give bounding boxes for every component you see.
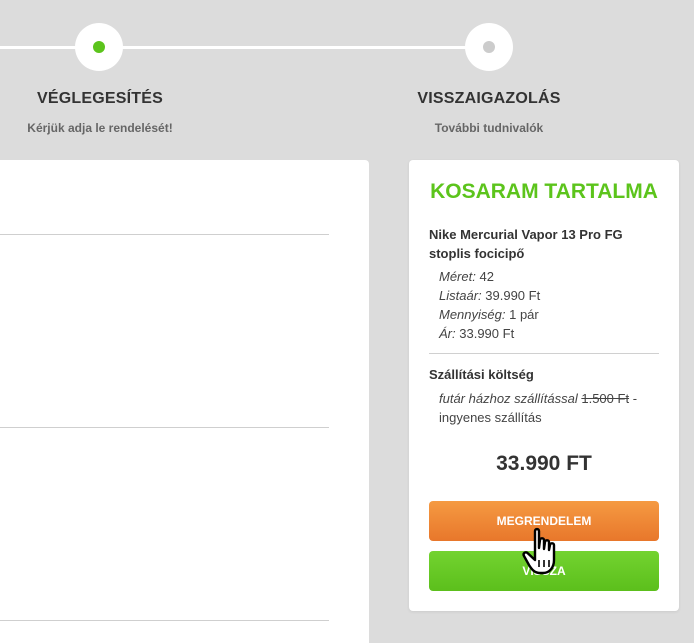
step-indicator-confirmation [465, 23, 513, 71]
step-title-confirmation: VISSZAIGAZOLÁS [417, 90, 561, 107]
attribute-quantity: Mennyiség: 1 pár [439, 307, 539, 322]
attribute-size: Méret: 42 [439, 269, 494, 284]
step-subtitle-finalize: Kérjük adja le rendelését! [27, 121, 173, 135]
cart-title: KOSARAM TARTALMA [430, 180, 658, 203]
product-name: Nike Mercurial Vapor 13 Pro FG stoplis f… [429, 227, 623, 261]
step-subtitle-confirmation: További tudnivalók [434, 121, 544, 135]
form-divider [0, 234, 329, 235]
hand-pointer-icon [522, 527, 556, 575]
shipping-note: ingyenes szállítás [439, 410, 542, 425]
shipping-info: futár házhoz szállítással 1.500 Ft - ing… [439, 389, 659, 427]
order-form-panel [0, 160, 369, 643]
step-title-finalize: VÉGLEGESÍTÉS [37, 90, 163, 107]
shipping-method: futár házhoz szállítással [439, 391, 578, 406]
active-step-dot [93, 41, 105, 53]
product-attributes: Méret: 42 Listaár: 39.990 Ft Mennyiség: … [439, 267, 540, 343]
shipping-title: Szállítási költség [429, 367, 534, 382]
progress-line [0, 46, 490, 49]
attribute-list-price: Listaár: 39.990 Ft [439, 288, 541, 303]
inactive-step-dot [483, 41, 495, 53]
shipping-old-price: 1.500 Ft [581, 391, 630, 406]
cart-divider [429, 353, 659, 354]
form-divider [0, 427, 329, 428]
shipping-separator: - [632, 391, 638, 406]
attribute-price: Ár: 33.990 Ft [439, 326, 515, 341]
step-indicator-finalize [75, 23, 123, 71]
form-divider [0, 620, 329, 621]
cart-total: 33.990 FT [496, 452, 592, 475]
